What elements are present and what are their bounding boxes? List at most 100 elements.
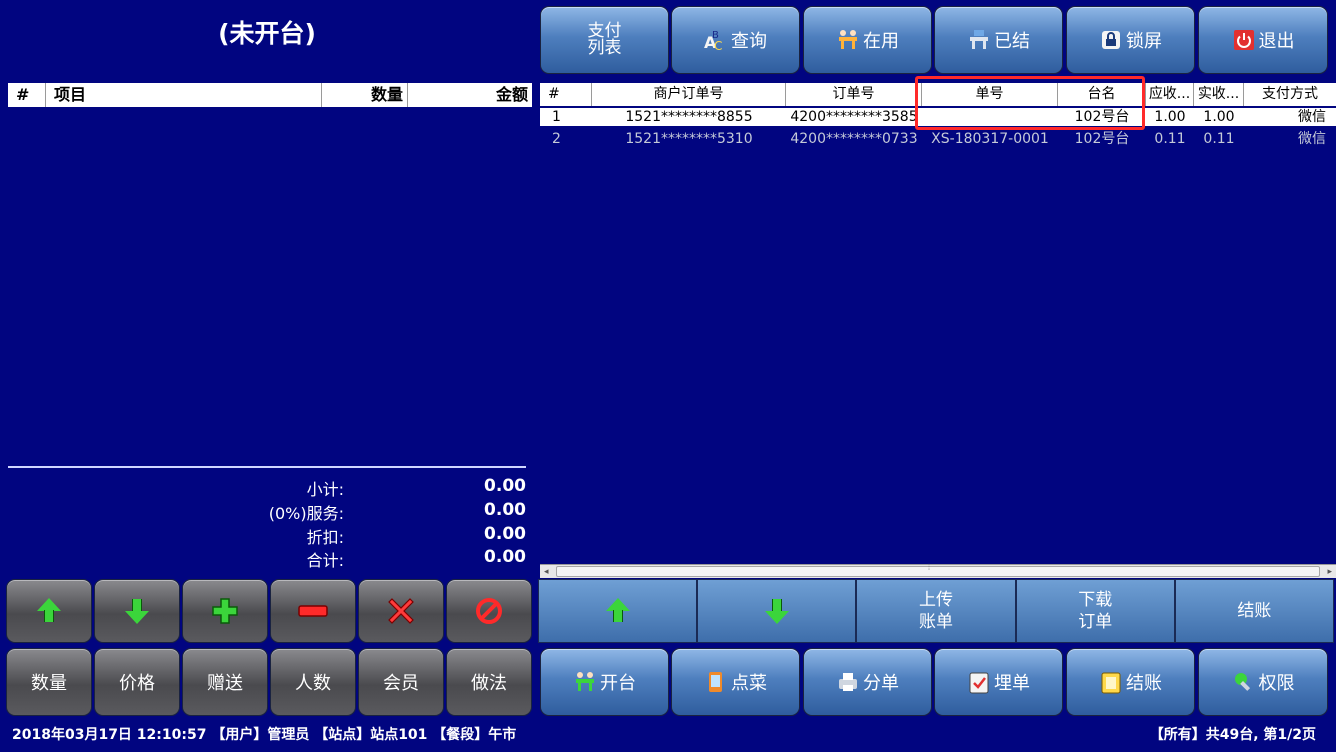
phone-icon: [704, 670, 728, 694]
pay-list-button[interactable]: 支付 列表: [540, 6, 669, 74]
cell-order: 4200********3585: [790, 109, 918, 125]
guest-count-button[interactable]: 人数: [270, 648, 356, 716]
cross-icon: [388, 598, 414, 624]
in-use-button[interactable]: 在用: [803, 6, 932, 74]
query-label: 查询: [731, 31, 767, 52]
cell-no: 1: [552, 109, 561, 125]
cell-pay-method: 微信: [1298, 131, 1326, 147]
discount-row: 折扣: 0.00: [180, 524, 528, 547]
col-order: 订单号: [786, 83, 922, 106]
service-label: (0%)服务:: [268, 504, 344, 523]
move-up-button[interactable]: [6, 579, 92, 643]
grid-down-button[interactable]: [697, 579, 857, 643]
table-icon: [836, 28, 860, 52]
col-item: 项目: [46, 83, 322, 107]
cell-received: 1.00: [1203, 109, 1235, 125]
cell-merchant-order: 1521********5310: [625, 131, 753, 147]
arrow-down-icon: [124, 598, 150, 624]
hold-bill-button[interactable]: 埋单: [934, 648, 1063, 716]
order-panel: (未开台) # 项目 数量 金额 小计: 0.00 (0%)服务: 0.00 折…: [0, 0, 534, 578]
open-table-button[interactable]: 开台: [540, 648, 669, 716]
power-icon: [1232, 28, 1256, 52]
col-pay-method: 支付方式: [1262, 86, 1318, 102]
lock-label: 锁屏: [1126, 31, 1162, 52]
in-use-label: 在用: [863, 31, 899, 52]
scroll-right-icon[interactable]: ▸: [1327, 567, 1332, 577]
cell-pay-method: 微信: [1298, 109, 1326, 125]
price-button[interactable]: 价格: [94, 648, 180, 716]
cell-order: 4200********0733: [790, 131, 918, 147]
scrollbar-thumb[interactable]: [556, 566, 1320, 577]
forbidden-icon: [476, 598, 502, 624]
clipboard-icon: [1099, 670, 1123, 694]
member-button[interactable]: 会员: [358, 648, 444, 716]
col-qty: 数量: [322, 83, 408, 107]
total-value: 0.00: [484, 547, 526, 567]
cell-table: 102号台: [1074, 131, 1130, 147]
permission-label: 权限: [1258, 673, 1295, 694]
plus-icon: [212, 598, 238, 624]
open-table-label: 开台: [600, 673, 636, 694]
download-order-button[interactable]: 下载 订单: [1015, 579, 1175, 643]
table-row[interactable]: 2 1521********5310 4200********0733 XS-1…: [540, 130, 1336, 148]
status-bar: 2018年03月17日 12:10:57 【用户】管理员 【站点】站点101 【…: [0, 722, 1336, 744]
status-left: 2018年03月17日 12:10:57 【用户】管理员 【站点】站点101 【…: [12, 727, 517, 743]
gift-button[interactable]: 赠送: [182, 648, 268, 716]
totals-divider: [8, 466, 526, 468]
move-down-button[interactable]: [94, 579, 180, 643]
col-merchant-order: 商户订单号: [592, 83, 786, 106]
delete-button[interactable]: [358, 579, 444, 643]
order-table-header: # 项目 数量 金额: [8, 83, 532, 107]
cell-received: 0.11: [1203, 131, 1235, 147]
arrow-up-icon: [36, 598, 62, 624]
subtotal-label: 小计:: [306, 480, 344, 499]
increase-button[interactable]: [182, 579, 268, 643]
printer-icon: [836, 670, 860, 694]
permission-button[interactable]: 权限: [1198, 648, 1328, 716]
table-icon: [573, 670, 597, 694]
decrease-button[interactable]: [270, 579, 356, 643]
minus-icon: [298, 605, 328, 617]
split-bill-button[interactable]: 分单: [803, 648, 932, 716]
grid-action-bar: 上传 账单 下载 订单 结账: [538, 579, 1335, 643]
status-right: 【所有】共49台, 第1/2页: [1149, 727, 1316, 743]
order-dish-button[interactable]: 点菜: [671, 648, 800, 716]
scroll-left-icon[interactable]: ◂: [544, 567, 549, 577]
lock-icon: [1099, 28, 1123, 52]
scroll-grip-icon: ⦙: [928, 563, 931, 573]
exit-button[interactable]: 退出: [1198, 6, 1328, 74]
exit-label: 退出: [1258, 31, 1295, 52]
highlight-box: [915, 76, 1145, 130]
upload-bill-button[interactable]: 上传 账单: [856, 579, 1016, 643]
horizontal-scrollbar[interactable]: ◂ ⦙ ▸: [540, 563, 1336, 578]
col-no: #: [8, 83, 46, 107]
cancel-button[interactable]: [446, 579, 532, 643]
key-icon: [1232, 670, 1256, 694]
lock-screen-button[interactable]: 锁屏: [1066, 6, 1195, 74]
hold-bill-label: 埋单: [994, 673, 1030, 694]
service-value: 0.00: [484, 500, 526, 520]
col-amount: 金额: [495, 85, 528, 104]
service-row: (0%)服务: 0.00: [180, 500, 528, 523]
settled-button[interactable]: 已结: [934, 6, 1063, 74]
query-button[interactable]: ACB 查询: [671, 6, 800, 74]
cooking-method-button[interactable]: 做法: [446, 648, 532, 716]
checkout-button[interactable]: 结账: [1066, 648, 1195, 716]
clipboard-icon: [967, 670, 991, 694]
cell-merchant-order: 1521********8855: [625, 109, 753, 125]
col-receivable: 应收...: [1146, 83, 1194, 106]
arrow-up-icon: [605, 598, 631, 624]
abc-icon: ACB: [704, 28, 728, 52]
cell-no: 2: [552, 131, 561, 147]
cell-receivable: 0.11: [1154, 131, 1186, 147]
total-label: 合计:: [306, 551, 344, 570]
grid-checkout-button[interactable]: 结账: [1174, 579, 1335, 643]
grid-up-button[interactable]: [538, 579, 698, 643]
cell-bill: XS-180317-0001: [931, 131, 1049, 147]
col-received: 实收...: [1194, 83, 1244, 106]
cell-receivable: 1.00: [1154, 109, 1186, 125]
discount-label: 折扣:: [306, 528, 344, 547]
col-no: #: [540, 83, 592, 106]
table-status-title: (未开台): [218, 19, 316, 48]
quantity-button[interactable]: 数量: [6, 648, 92, 716]
